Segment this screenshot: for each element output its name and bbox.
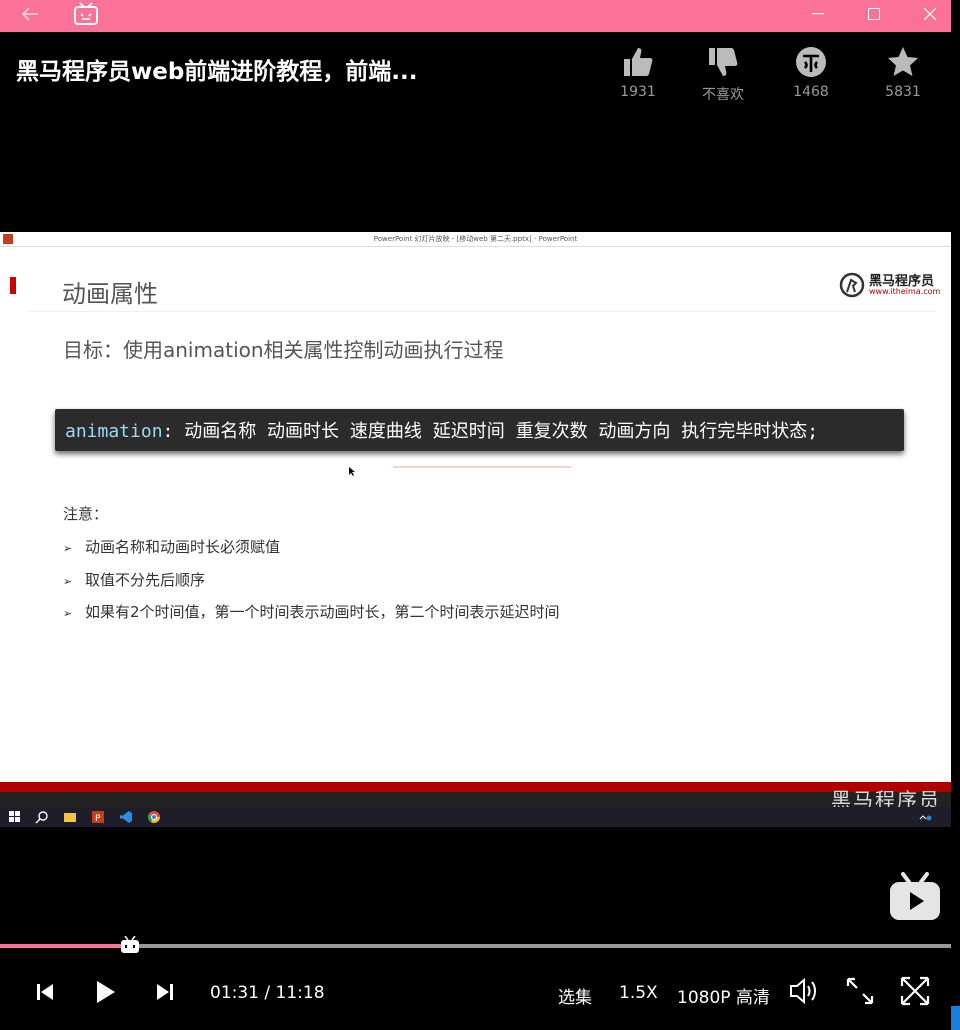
coin-icon bbox=[796, 47, 826, 77]
mouse-cursor-icon bbox=[349, 467, 355, 476]
thumbs-down-icon bbox=[709, 48, 738, 76]
horse-logo-icon bbox=[839, 272, 865, 298]
play-icon[interactable] bbox=[95, 980, 117, 1004]
next-icon[interactable] bbox=[155, 982, 175, 1002]
close-icon[interactable] bbox=[912, 0, 948, 28]
speed-button[interactable]: 1.5X bbox=[619, 983, 658, 1003]
ppt-title-bar: PowerPoint 幻灯片放映 - [移动web 第二天.pptx] - Po… bbox=[0, 232, 951, 247]
slide-title-marker bbox=[10, 277, 16, 294]
windows-start-icon[interactable] bbox=[8, 810, 22, 824]
bullet-item: ➢ 取值不分先后顺序 bbox=[63, 571, 206, 589]
chrome-icon[interactable] bbox=[147, 810, 161, 824]
back-icon[interactable] bbox=[12, 0, 48, 28]
coin-button[interactable]: 1468 bbox=[781, 46, 841, 100]
star-icon bbox=[888, 47, 918, 76]
episodes-button[interactable]: 选集 bbox=[558, 983, 592, 1008]
logo-url: www.itheima.com bbox=[869, 287, 941, 296]
window-title-bar bbox=[0, 0, 951, 32]
arrow-bullet-icon: ➢ bbox=[63, 607, 73, 620]
search-icon[interactable] bbox=[35, 810, 49, 824]
bilibili-float-button[interactable] bbox=[889, 872, 941, 926]
arrow-bullet-icon: ➢ bbox=[63, 575, 73, 588]
ppt-window-title: PowerPoint 幻灯片放映 - [移动web 第二天.pptx] - Po… bbox=[373, 235, 578, 243]
favorite-count: 5831 bbox=[885, 84, 921, 100]
powerpoint-taskbar-icon[interactable]: P bbox=[91, 810, 105, 824]
volume-icon[interactable] bbox=[789, 977, 821, 1005]
powerpoint-icon bbox=[3, 234, 13, 244]
slide: 动画属性 黑马程序员 www.itheima.com 目标：使用animatio… bbox=[0, 247, 951, 782]
slide-title: 动画属性 bbox=[62, 280, 158, 308]
code-keyword: animation bbox=[65, 421, 163, 442]
progress-fill bbox=[0, 944, 130, 948]
dislike-button[interactable]: 不喜欢 bbox=[693, 46, 753, 104]
expand-icon[interactable] bbox=[846, 977, 874, 1005]
bullet-item: ➢ 动画名称和动画时长必须赋值 bbox=[63, 538, 281, 556]
svg-text:P: P bbox=[95, 814, 101, 824]
os-taskbar: P bbox=[0, 807, 951, 827]
window-edge-accent bbox=[951, 1006, 960, 1030]
like-button[interactable]: 1931 bbox=[608, 46, 668, 100]
slide-divider bbox=[28, 311, 936, 312]
arrow-bullet-icon: ➢ bbox=[63, 542, 73, 555]
previous-icon[interactable] bbox=[35, 982, 55, 1002]
code-block: animation: 动画名称 动画时长 速度曲线 延迟时间 重复次数 动画方向… bbox=[55, 409, 904, 451]
slide-footer-dark: 黑马程序员 bbox=[0, 788, 951, 812]
code-values: : 动画名称 动画时长 速度曲线 延迟时间 重复次数 动画方向 执行完毕时状态; bbox=[162, 421, 819, 442]
favorite-button[interactable]: 5831 bbox=[873, 46, 933, 100]
dislike-label: 不喜欢 bbox=[702, 87, 744, 103]
bilibili-tv-icon bbox=[68, 0, 104, 28]
slide-footer-bar bbox=[0, 782, 951, 792]
time-display: 01:31 / 11:18 bbox=[210, 983, 325, 1003]
minimize-icon[interactable] bbox=[800, 0, 836, 28]
like-count: 1931 bbox=[620, 84, 656, 100]
bullet-item: ➢ 如果有2个时间值，第一个时间表示动画时长，第二个时间表示延迟时间 bbox=[63, 603, 560, 621]
file-explorer-icon[interactable] bbox=[63, 810, 77, 824]
coin-count: 1468 bbox=[793, 84, 829, 100]
progress-thumb-icon[interactable] bbox=[120, 936, 140, 954]
quality-button[interactable]: 1080P 高清 bbox=[677, 983, 770, 1008]
fullscreen-icon[interactable] bbox=[899, 975, 931, 1007]
progress-bar[interactable] bbox=[0, 936, 951, 953]
thumbs-up-icon bbox=[624, 48, 653, 76]
system-tray-icon[interactable] bbox=[918, 810, 932, 824]
highlight-underline bbox=[393, 466, 571, 468]
video-title: 黑马程序员web前端进阶教程，前端... bbox=[16, 59, 418, 85]
video-frame-ppt-window[interactable]: PowerPoint 幻灯片放映 - [移动web 第二天.pptx] - Po… bbox=[0, 232, 951, 812]
code-text: animation: 动画名称 动画时长 速度曲线 延迟时间 重复次数 动画方向… bbox=[65, 417, 818, 443]
tv-play-icon bbox=[890, 872, 940, 920]
vscode-icon[interactable] bbox=[119, 810, 133, 824]
slide-target-text: 目标：使用animation相关属性控制动画执行过程 bbox=[63, 338, 504, 362]
note-title: 注意： bbox=[63, 505, 109, 523]
maximize-icon[interactable] bbox=[856, 0, 892, 28]
window-edge bbox=[951, 0, 960, 1030]
